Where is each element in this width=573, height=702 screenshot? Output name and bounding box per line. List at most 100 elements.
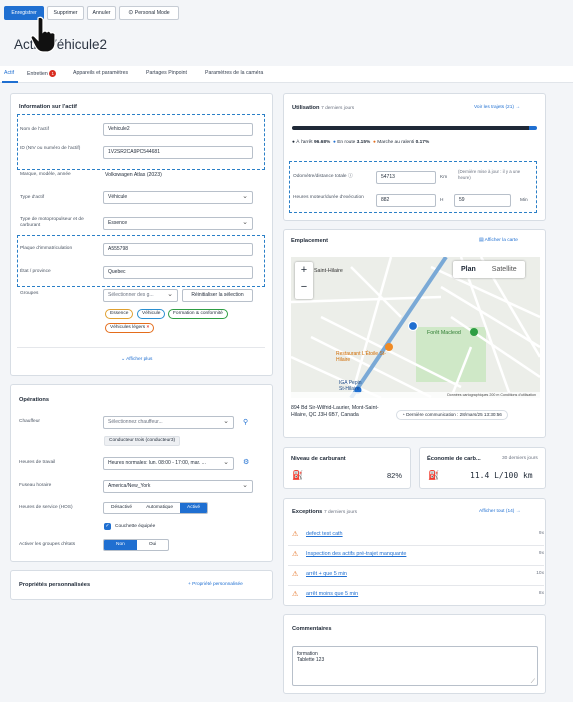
map-satellite-button[interactable]: Satellite (484, 261, 525, 278)
asset-type-select[interactable]: Véhicule (103, 191, 253, 204)
card-heading: Emplacement (291, 238, 328, 244)
divider (17, 347, 265, 348)
comments-textarea[interactable]: formation Tablette 123 ⟋ (292, 646, 538, 686)
odometer-input[interactable]: 54713 (376, 171, 436, 184)
zoom-in-button[interactable]: + (295, 262, 313, 279)
fuel-type-select[interactable]: Essence (103, 217, 253, 230)
map-roads (291, 257, 540, 398)
sleeper-label: Couchette équipée (115, 524, 156, 529)
hos-toggle[interactable]: Désactivé Automatique Activé (103, 502, 209, 514)
fuel-pump-icon: ⛽ (428, 470, 440, 480)
tab-actif[interactable]: Actif (4, 70, 14, 76)
chip-vehicule[interactable]: Véhicule (137, 309, 166, 319)
chip-formation[interactable]: Formation & conformité (168, 309, 228, 319)
tab-entretien[interactable]: Entretien 1 (27, 70, 57, 77)
asset-info-card: Information sur l'actif Nom de l'actif V… (10, 93, 273, 376)
engine-hours-unit: H (440, 198, 444, 203)
usage-bar-onroute (528, 126, 537, 130)
groups-select[interactable]: Sélectionner des g... (103, 289, 178, 302)
usage-heading: Utilisation 7 derniers jours (292, 105, 355, 111)
exception-row[interactable]: ⚠ arrêt moins que 5 min 8x (288, 586, 544, 606)
groups-state-label: Activer les groupes d'états (19, 542, 76, 547)
fuel-pump-icon: ⛽ (292, 470, 304, 480)
view-trips-link[interactable]: Voir les trajets (21) → (474, 105, 520, 110)
hos-disabled[interactable]: Désactivé (104, 503, 139, 513)
show-all-exceptions-link[interactable]: Afficher tout (14) → (479, 509, 521, 514)
exceptions-heading: Exceptions 7 derniers jours (292, 509, 357, 515)
zoom-out-button[interactable]: − (295, 279, 313, 296)
driver-chip: Conducteur trois (conducteur3) (104, 436, 181, 446)
usage-bar-stopped (292, 126, 529, 130)
chip-vehicules-legers[interactable]: Véhicules légers × (105, 323, 155, 333)
show-more-link[interactable]: ⌄ Afficher plus (121, 357, 152, 362)
hos-automatic[interactable]: Automatique (139, 503, 180, 513)
warning-icon: ⚠ (292, 591, 299, 598)
plus-icon: + (188, 582, 191, 587)
exceptions-card: Exceptions 7 derniers jours Afficher tou… (283, 498, 546, 606)
user-icon[interactable]: ⚲ (243, 418, 248, 426)
page-title: Actif: Véhicule2 (14, 37, 108, 52)
card-heading: Commentaires (292, 626, 332, 632)
fuel-level-value: 82% (387, 471, 403, 480)
work-hours-select[interactable]: Heures normales: lun. 08:00 - 17:00, mar… (103, 457, 234, 470)
hos-enabled[interactable]: Activé (180, 503, 208, 513)
tab-appareils[interactable]: Appareils et paramètres (73, 70, 128, 76)
add-custom-property-button[interactable]: + Propriété personnalisée (188, 582, 243, 587)
sleeper-checkbox[interactable]: ✓ (104, 523, 111, 530)
timezone-select[interactable]: America/New_York (103, 480, 253, 493)
remove-icon[interactable]: × (147, 325, 150, 330)
card-heading: Opérations (19, 397, 50, 403)
engine-hours-label: Heures moteur/durée d'exécution (293, 195, 364, 200)
driver-select[interactable]: Sélectionnez chauffeur... (103, 416, 234, 429)
warning-icon: ⚠ (292, 571, 299, 578)
economy-period: 30 derniers jours (502, 456, 538, 461)
gear-icon[interactable]: ⚙ (243, 458, 249, 466)
state-label: État / province (20, 269, 51, 274)
resize-handle-icon[interactable]: ⟋ (531, 679, 535, 685)
arrow-right-icon: → (515, 509, 521, 514)
tab-partages[interactable]: Partages Pinpoint (146, 70, 187, 76)
groups-label: Groupes (20, 291, 39, 296)
reset-selection-button[interactable]: Réinitialiser la sélection (182, 289, 253, 302)
usage-bar (292, 126, 537, 130)
engine-minutes-unit: Min (520, 198, 528, 203)
tab-bar: Actif Entretien 1 Appareils et paramètre… (0, 66, 573, 83)
state-input[interactable]: Quebec (103, 266, 253, 279)
groups-state-no[interactable]: Non (104, 540, 137, 550)
chip-essence[interactable]: Essence (105, 309, 134, 319)
last-communication: ◔ Dernière communication : 28/mars/25 13… (396, 410, 508, 420)
type-label: Type d'actif (20, 195, 45, 200)
place-label: Forêt Macleod (427, 330, 461, 336)
vin-input[interactable]: 1V2SR2CA9PC544681 (103, 146, 253, 159)
exception-row[interactable]: ⚠ defect test cath 9x (288, 526, 544, 546)
fuel-type-label: Type de motopropulseur et de carburant (20, 217, 84, 228)
map-view[interactable]: Saint-Hilaire Forêt Macleod Restaurant L… (291, 257, 540, 398)
model-label: Marque, modèle, année (20, 172, 71, 177)
hours-label: Heures de travail (19, 460, 56, 465)
engine-hours-input[interactable]: 882 (376, 194, 436, 207)
map-plan-button[interactable]: Plan (453, 261, 484, 278)
card-heading: Propriétés personnalisées (19, 582, 91, 588)
plate-label: Plaque d'immatriculation (20, 246, 73, 251)
personal-mode-button[interactable]: ⊙ Personal Mode (119, 6, 179, 20)
usage-card: Utilisation 7 derniers jours Voir les tr… (283, 93, 546, 221)
tab-camera[interactable]: Paramètres de la caméra (205, 70, 263, 76)
groups-state-yes[interactable]: Oui (137, 540, 168, 550)
asset-name-input[interactable]: Vehicule2 (103, 123, 253, 136)
exception-row[interactable]: ⚠ Inspection des actifs pré-trajet manqua… (288, 546, 544, 566)
groups-state-toggle[interactable]: Non Oui (103, 539, 170, 551)
alert-badge: 1 (49, 70, 57, 77)
vin-label: ID (NIV ou numéro de l'actif) (20, 146, 81, 151)
model-value: Volkswagen Atlas (2023) (105, 172, 162, 178)
exception-row[interactable]: ⚠ arrêt + que 5 min 10x (288, 566, 544, 586)
plate-input[interactable]: A555798 (103, 243, 253, 256)
zoom-controls: + − (295, 262, 313, 299)
operations-card: Opérations Chauffeur Sélectionnez chauff… (10, 384, 273, 562)
show-map-link[interactable]: ▤ Afficher la carte (479, 238, 518, 243)
usage-legend: ● À l'arrêt 96.68% ● En route 3.15% ● Ma… (292, 140, 430, 145)
location-pin-icon: ⊙ (128, 10, 134, 16)
engine-minutes-input[interactable]: 59 (454, 194, 511, 207)
place-label: Restaurant L'Étoile St-Hilaire (336, 351, 386, 363)
signal-icon: ◔ (402, 412, 405, 417)
cancel-button[interactable]: Annuler (87, 6, 116, 20)
